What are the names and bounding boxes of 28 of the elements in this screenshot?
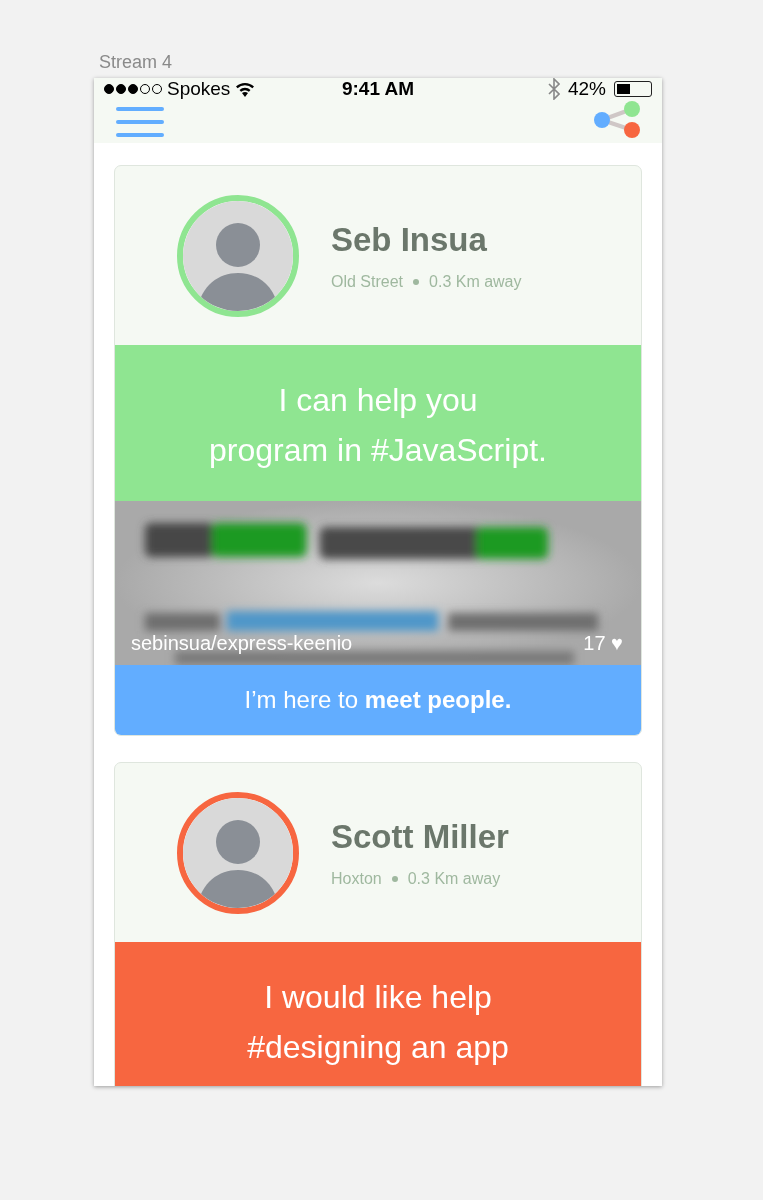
battery-icon: [614, 81, 652, 97]
person-name: Scott Miller: [331, 817, 509, 856]
message-line: program in #JavaScript.: [208, 431, 548, 470]
message-line: I can help you: [277, 381, 479, 420]
like-count: 17 ♥: [583, 632, 623, 655]
distance-text: 0.3 Km away: [429, 272, 522, 291]
bluetooth-icon: [548, 78, 560, 100]
clock-time: 9:41 AM: [340, 78, 416, 100]
wifi-icon: [235, 81, 256, 97]
carrier-name: Spokes: [167, 78, 231, 100]
artboard-label: Stream 4: [99, 52, 174, 72]
avatar-icon: [183, 797, 293, 908]
avatar-icon: [183, 200, 293, 311]
distance-text: 0.3 Km away: [407, 869, 501, 888]
intent-text: I’m here to meet people.: [244, 686, 512, 713]
person-name: Seb Insua: [331, 220, 488, 259]
battery-percent: 42%: [568, 78, 606, 100]
menu-button[interactable]: [116, 106, 164, 137]
share-icon: [592, 100, 642, 140]
separator-dot: [391, 875, 398, 882]
separator-dot: [413, 278, 420, 285]
repo-name: sebinsua/express-keenio: [131, 632, 353, 655]
message-line: #designing an app: [246, 1028, 510, 1067]
profile-card[interactable]: Scott Miller Hoxton 0.3 Km away I would like help #designing an app: [114, 762, 642, 1086]
profile-card[interactable]: Seb Insua Old Street 0.3 Km away I can help you program in #JavaScript. sebinsua/express-keenio 17 ♥ I’m here to meet people.: [114, 165, 642, 736]
location-text: Hoxton: [331, 869, 382, 888]
message-line: I would like help: [263, 978, 493, 1017]
location-text: Old Street: [331, 272, 404, 291]
